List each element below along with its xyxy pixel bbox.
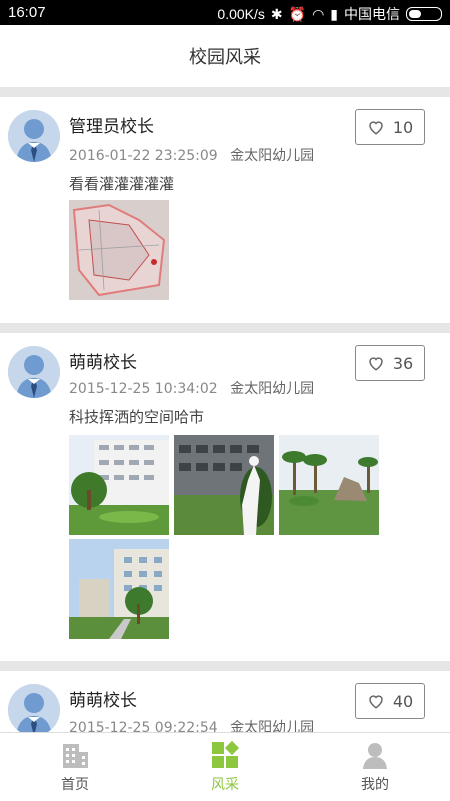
heart-icon <box>369 695 383 709</box>
post-card: 萌萌校长 2015-12-25 09:22:54 金太阳幼儿园 40 <box>0 671 450 732</box>
tab-label: 风采 <box>211 777 239 793</box>
status-time: 16:07 <box>8 4 46 21</box>
user-avatar-icon <box>8 110 60 162</box>
like-button[interactable]: 10 <box>355 109 425 145</box>
status-bar: 16:07 0.00K/s ✱ ⏰ ◠ ▮ 中国电信 <box>0 0 450 25</box>
avatar[interactable] <box>8 110 60 162</box>
tab-style[interactable]: 风采 <box>150 733 300 801</box>
bottom-tab-bar: 首页 风采 我的 <box>0 732 450 801</box>
tab-mine[interactable]: 我的 <box>300 733 450 801</box>
app-bar: 校园风采 <box>0 25 450 87</box>
post-meta: 2015-12-25 09:22:54 金太阳幼儿园 <box>69 717 314 732</box>
like-button[interactable]: 36 <box>355 345 425 381</box>
post-datetime: 2015-12-25 10:34:02 <box>69 381 218 397</box>
like-count: 36 <box>392 353 414 373</box>
post-card: 管理员校长 2016-01-22 23:25:09 金太阳幼儿园 看看灌灌灌灌灌… <box>0 97 450 323</box>
tower-building-photo[interactable] <box>69 539 169 639</box>
heart-icon <box>369 357 383 371</box>
post-text: 科技挥洒的空间哈市 <box>69 408 205 426</box>
status-right: 0.00K/s ✱ ⏰ ◠ ▮ 中国电信 <box>217 4 442 24</box>
palm-garden-photo[interactable] <box>279 435 379 535</box>
avatar[interactable] <box>8 346 60 398</box>
floor-plan-photo[interactable] <box>69 200 169 300</box>
tab-home[interactable]: 首页 <box>0 733 150 801</box>
statue-building-photo[interactable] <box>174 435 274 535</box>
person-icon <box>363 743 387 769</box>
user-avatar-icon <box>8 684 60 732</box>
alarm-icon: ⏰ <box>288 5 307 22</box>
post-school: 金太阳幼儿园 <box>230 148 315 164</box>
signal-icon: ▮ <box>330 5 338 22</box>
like-count: 10 <box>392 117 414 137</box>
post-meta: 2015-12-25 10:34:02 金太阳幼儿园 <box>69 378 314 398</box>
like-count: 40 <box>392 691 414 711</box>
post-school: 金太阳幼儿园 <box>230 381 315 397</box>
feed-separator <box>0 323 450 333</box>
post-school: 金太阳幼儿园 <box>230 720 315 732</box>
user-avatar-icon <box>8 346 60 398</box>
post-datetime: 2016-01-22 23:25:09 <box>69 148 218 164</box>
battery-icon <box>406 7 442 21</box>
blocks-icon <box>212 740 240 768</box>
tab-label: 首页 <box>61 777 89 793</box>
building-icon <box>63 744 88 768</box>
post-text: 看看灌灌灌灌灌 <box>69 175 175 193</box>
post-author[interactable]: 管理员校长 <box>69 112 154 137</box>
post-meta: 2016-01-22 23:25:09 金太阳幼儿园 <box>69 145 314 165</box>
like-button[interactable]: 40 <box>355 683 425 719</box>
heart-icon <box>369 121 383 135</box>
feed-separator <box>0 661 450 671</box>
post-author[interactable]: 萌萌校长 <box>69 348 137 373</box>
campus-courtyard-photo[interactable] <box>69 435 169 535</box>
tab-label: 我的 <box>361 777 389 793</box>
page-title: 校园风采 <box>189 47 261 68</box>
feed-separator <box>0 87 450 97</box>
avatar[interactable] <box>8 684 60 732</box>
post-feed[interactable]: 管理员校长 2016-01-22 23:25:09 金太阳幼儿园 看看灌灌灌灌灌… <box>0 87 450 732</box>
network-speed: 0.00K/s <box>217 6 265 22</box>
carrier-name: 中国电信 <box>344 6 400 22</box>
post-datetime: 2015-12-25 09:22:54 <box>69 720 218 732</box>
post-author[interactable]: 萌萌校长 <box>69 686 137 711</box>
bluetooth-icon: ✱ <box>270 5 283 22</box>
post-card: 萌萌校长 2015-12-25 10:34:02 金太阳幼儿园 科技挥洒的空间哈… <box>0 333 450 661</box>
wifi-icon: ◠ <box>312 5 325 22</box>
